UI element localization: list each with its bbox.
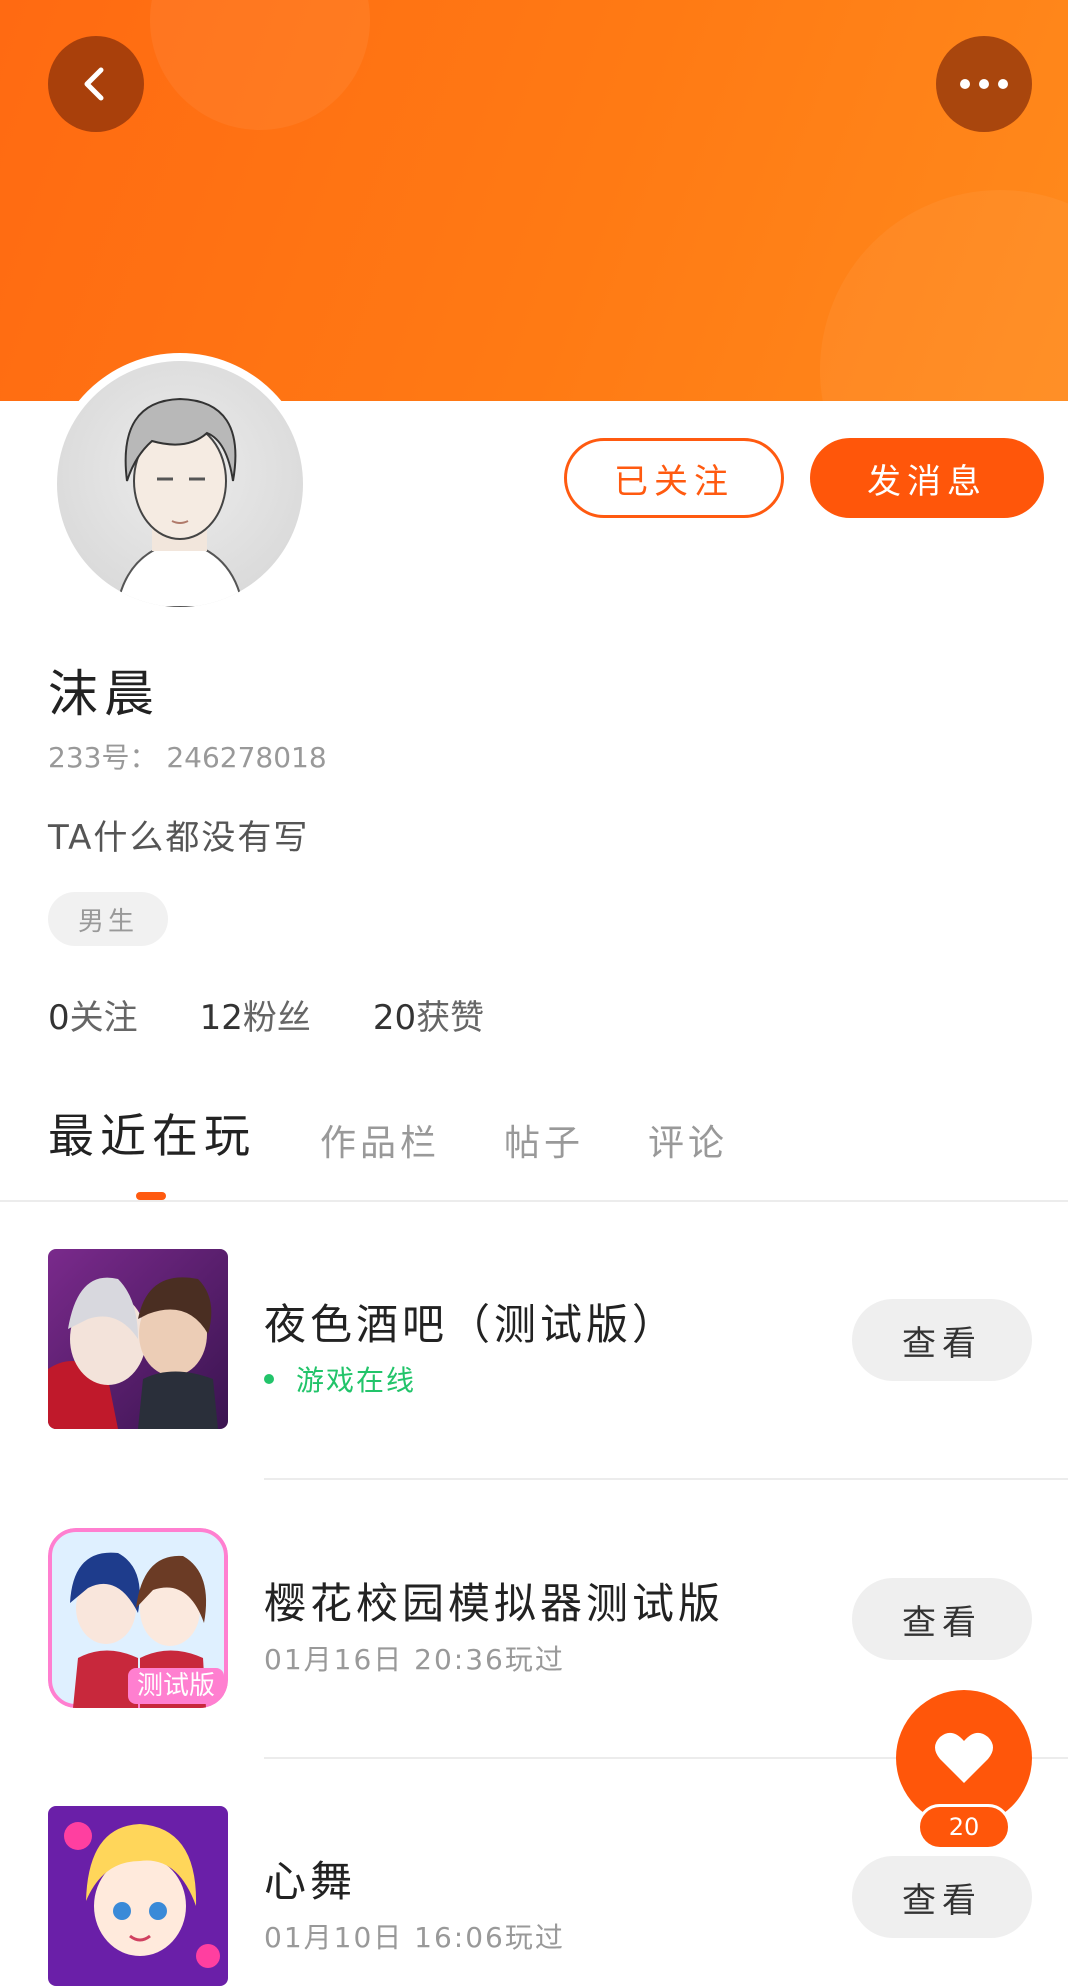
- game-status: 游戏在线: [264, 1359, 416, 1399]
- view-button[interactable]: 查看: [852, 1856, 1032, 1938]
- view-button[interactable]: 查看: [852, 1578, 1032, 1660]
- more-options-button[interactable]: [936, 36, 1032, 132]
- stat-following[interactable]: 0关注: [48, 990, 138, 1039]
- more-dots-icon: [960, 79, 1008, 89]
- chevron-left-icon: [84, 67, 104, 101]
- heart-icon: [935, 1732, 993, 1783]
- tab-works[interactable]: 作品栏: [320, 1114, 440, 1166]
- list-item[interactable]: 测试版 樱花校园模拟器测试版 01月16日 20:36玩过 查看: [0, 1528, 1068, 1708]
- active-tab-indicator: [136, 1192, 166, 1200]
- game-icon-sakura-school: 测试版: [48, 1528, 228, 1708]
- game-title: 夜色酒吧（测试版）: [264, 1300, 679, 1349]
- tab-recently-played[interactable]: 最近在玩: [48, 1100, 256, 1166]
- game-icon-night-bar: [48, 1249, 228, 1429]
- stat-likes[interactable]: 20获赞: [373, 990, 484, 1039]
- divider: [264, 1478, 1068, 1480]
- profile-header-banner: [0, 0, 1068, 401]
- user-id: 233号： 246278018: [48, 741, 327, 774]
- like-count-badge: 20: [917, 1804, 1011, 1850]
- view-button[interactable]: 查看: [852, 1299, 1032, 1381]
- followed-button[interactable]: 已关注: [564, 438, 784, 518]
- header-decoration: [150, 0, 370, 130]
- tab-comments[interactable]: 评论: [648, 1114, 728, 1166]
- list-item[interactable]: 心舞 01月10日 16:06玩过 查看: [0, 1806, 1068, 1986]
- header-decoration: [820, 190, 1068, 401]
- profile-tabs: 最近在玩 作品栏 帖子 评论: [48, 1100, 792, 1166]
- gender-tag: 男生: [48, 892, 168, 946]
- avatar-image: [57, 361, 303, 607]
- avatar[interactable]: [49, 353, 311, 615]
- stat-fans[interactable]: 12粉丝: [200, 990, 311, 1039]
- divider: [0, 1200, 1068, 1202]
- game-last-played: 01月16日 20:36玩过: [264, 1643, 565, 1676]
- user-bio: TA什么都没有写: [48, 818, 310, 858]
- profile-stats: 0关注 12粉丝 20获赞: [48, 990, 484, 1039]
- game-icon-badge: 测试版: [137, 1671, 215, 1701]
- username: 沫晨: [48, 665, 160, 723]
- game-last-played: 01月10日 16:06玩过: [264, 1921, 565, 1954]
- game-title: 樱花校园模拟器测试版: [264, 1579, 725, 1628]
- tab-posts[interactable]: 帖子: [504, 1114, 584, 1166]
- send-message-button[interactable]: 发消息: [810, 438, 1044, 518]
- back-button[interactable]: [48, 36, 144, 132]
- game-title: 心舞: [264, 1857, 357, 1906]
- online-dot-icon: [264, 1374, 274, 1384]
- game-icon-xinwu: [48, 1806, 228, 1986]
- list-item[interactable]: 夜色酒吧（测试版） 游戏在线 查看: [0, 1249, 1068, 1429]
